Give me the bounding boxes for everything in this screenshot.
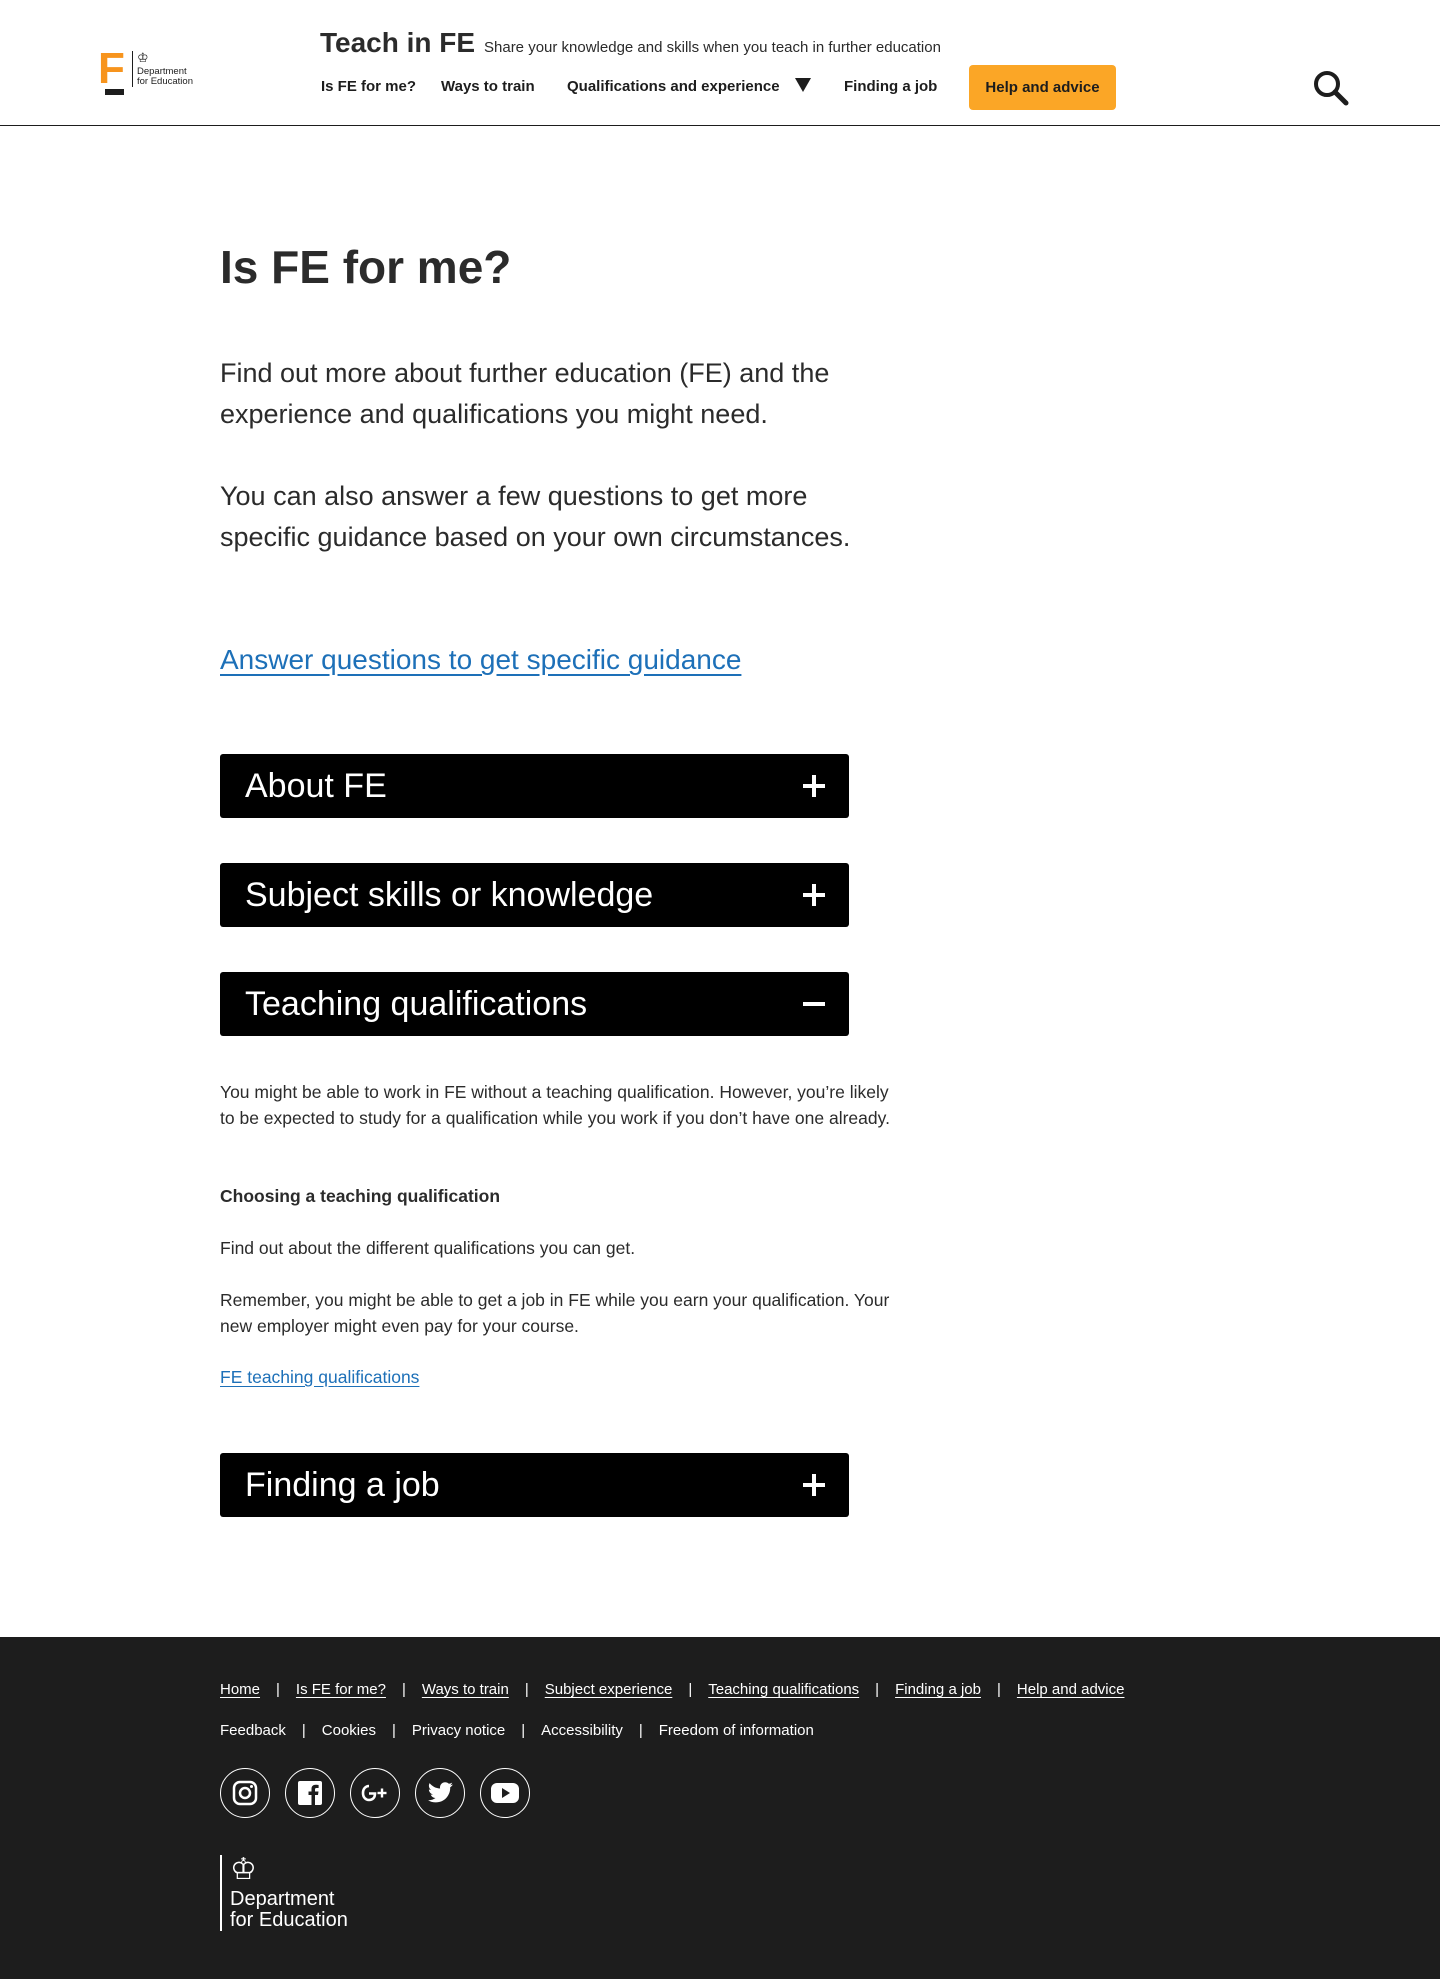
royal-crest-icon: ♔ xyxy=(230,1853,257,1886)
site-footer: Home | Is FE for me? | Ways to train | S… xyxy=(0,1637,1440,1979)
plus-icon xyxy=(803,1474,825,1496)
footer-separator: | xyxy=(391,1722,396,1739)
instagram-link[interactable] xyxy=(220,1768,270,1818)
search-icon xyxy=(1314,71,1349,106)
help-and-advice-button[interactable]: Help and advice xyxy=(969,65,1116,110)
main-nav: Is FE for me? Ways to train Qualificatio… xyxy=(0,70,1440,104)
footer-separator: | xyxy=(301,1722,306,1739)
footer-separator: | xyxy=(875,1681,880,1698)
youtube-icon xyxy=(491,1783,519,1803)
footer-link-is-fe-for-me[interactable]: Is FE for me? xyxy=(296,1680,386,1700)
footer-link-subject-experience[interactable]: Subject experience xyxy=(545,1680,673,1700)
accordion-teaching-qualifications[interactable]: Teaching qualifications xyxy=(220,972,849,1036)
nav-item-ways-to-train[interactable]: Ways to train xyxy=(441,78,535,96)
footer-link-finding-a-job[interactable]: Finding a job xyxy=(895,1680,981,1700)
footer-logo-line1: Department xyxy=(230,1888,335,1910)
google-plus-icon xyxy=(361,1784,387,1802)
royal-crest-icon: ♔ xyxy=(137,50,149,65)
accordion-title: Subject skills or knowledge xyxy=(245,876,654,914)
footer-separator: | xyxy=(401,1681,406,1698)
footer-link-privacy-notice[interactable]: Privacy notice xyxy=(412,1721,505,1741)
footer-link-freedom-of-information[interactable]: Freedom of information xyxy=(659,1721,814,1741)
panel-paragraph-2: Remember, you might be able to get a job… xyxy=(220,1290,890,1336)
accordion-title: Teaching qualifications xyxy=(245,985,588,1023)
footer-link-accessibility[interactable]: Accessibility xyxy=(541,1721,623,1741)
panel-intro-text: You might be able to work in FE without … xyxy=(220,1082,890,1128)
twitter-link[interactable] xyxy=(415,1768,465,1818)
footer-primary-links: Home | Is FE for me? | Ways to train | S… xyxy=(220,1680,1124,1700)
footer-separator: | xyxy=(524,1681,529,1698)
footer-link-teaching-qualifications[interactable]: Teaching qualifications xyxy=(708,1680,859,1700)
answer-questions-link[interactable]: Answer questions to get specific guidanc… xyxy=(220,640,741,680)
footer-separator: | xyxy=(688,1681,693,1698)
footer-link-feedback[interactable]: Feedback xyxy=(220,1721,286,1741)
site-header: F ♔ Department for Education Teach in FE… xyxy=(0,0,1440,126)
social-links xyxy=(220,1768,530,1818)
footer-secondary-links: Feedback | Cookies | Privacy notice | Ac… xyxy=(220,1721,814,1741)
google-plus-link[interactable] xyxy=(350,1768,400,1818)
footer-separator: | xyxy=(276,1681,280,1698)
panel-paragraph-1: Find out about the different qualificati… xyxy=(220,1238,636,1258)
plus-icon xyxy=(803,775,825,797)
footer-link-home[interactable]: Home xyxy=(220,1680,260,1700)
footer-link-help-and-advice[interactable]: Help and advice xyxy=(1017,1680,1125,1700)
nav-item-finding-a-job[interactable]: Finding a job xyxy=(844,78,937,96)
footer-dfe-logo[interactable]: ♔ Department for Education xyxy=(220,1855,348,1931)
fe-teaching-qualifications-link[interactable]: FE teaching qualifications xyxy=(220,1364,419,1390)
lead-paragraph-questions: You can also answer a few questions to g… xyxy=(220,481,851,552)
footer-link-ways-to-train[interactable]: Ways to train xyxy=(422,1680,509,1700)
facebook-link[interactable] xyxy=(285,1768,335,1818)
footer-separator: | xyxy=(521,1722,526,1739)
footer-separator: | xyxy=(996,1681,1001,1698)
footer-separator: | xyxy=(638,1722,643,1739)
accordion-title: Finding a job xyxy=(245,1466,440,1504)
footer-link-cookies[interactable]: Cookies xyxy=(322,1721,376,1741)
nav-item-is-fe-for-me[interactable]: Is FE for me? xyxy=(321,78,416,96)
service-tagline: Share your knowledge and skills when you… xyxy=(484,39,941,56)
nav-item-qualifications-and-experience[interactable]: Qualifications and experience xyxy=(567,78,780,96)
accordion-title: About FE xyxy=(245,767,387,805)
service-name[interactable]: Teach in FE xyxy=(320,26,475,60)
instagram-icon xyxy=(232,1780,258,1806)
footer-logo-line2: for Education xyxy=(230,1909,348,1931)
minus-icon xyxy=(803,993,825,1015)
page-title: Is FE for me? xyxy=(220,241,512,293)
accordion-finding-a-job[interactable]: Finding a job xyxy=(220,1453,849,1517)
youtube-link[interactable] xyxy=(480,1768,530,1818)
lead-paragraph-intro: Find out more about further education (F… xyxy=(220,358,830,429)
plus-icon xyxy=(803,884,825,906)
search-button[interactable] xyxy=(1311,68,1351,108)
panel-subheading: Choosing a teaching qualification xyxy=(220,1186,501,1206)
accordion-subject-skills[interactable]: Subject skills or knowledge xyxy=(220,863,849,927)
caret-down-icon[interactable] xyxy=(795,78,811,92)
accordion-about-fe[interactable]: About FE xyxy=(220,754,849,818)
twitter-icon xyxy=(427,1782,453,1803)
facebook-icon xyxy=(298,1781,322,1805)
